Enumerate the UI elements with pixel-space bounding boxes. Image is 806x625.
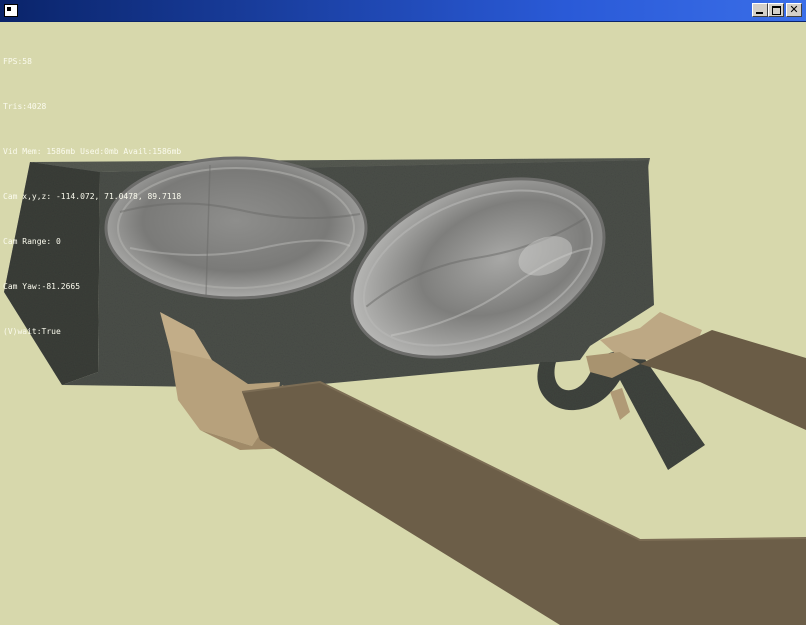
left-forearm bbox=[242, 382, 806, 625]
minimize-button[interactable] bbox=[752, 3, 768, 17]
hud-cam-range: Cam Range: 0 bbox=[3, 237, 61, 246]
hud-fps: FPS:58 bbox=[3, 57, 32, 66]
hud-cam-xyz: Cam x,y,z: -114.072, 71.0478, 89.7118 bbox=[3, 192, 182, 201]
app-window-icon[interactable] bbox=[4, 4, 18, 17]
3d-viewport[interactable]: FPS:58 Tris:4028 Vid Mem: 1586mb Used:0m… bbox=[0, 22, 806, 625]
hud-vid-mem: Vid Mem: 1586mb Used:0mb Avail:1586mb bbox=[3, 147, 182, 156]
title-bar[interactable]: ✕ bbox=[0, 0, 806, 22]
app-window: ✕ FPS:58 Tris:4028 Vid Mem: 1586mb Used:… bbox=[0, 0, 806, 625]
hud-vwait: (V)wait:True bbox=[3, 327, 61, 336]
debug-hud: FPS:58 Tris:4028 Vid Mem: 1586mb Used:0m… bbox=[3, 24, 181, 369]
maximize-button[interactable] bbox=[768, 3, 784, 17]
hud-cam-yaw: Cam Yaw:-81.2665 bbox=[3, 282, 81, 291]
hud-tris: Tris:4028 bbox=[3, 102, 47, 111]
close-button[interactable]: ✕ bbox=[786, 3, 802, 17]
